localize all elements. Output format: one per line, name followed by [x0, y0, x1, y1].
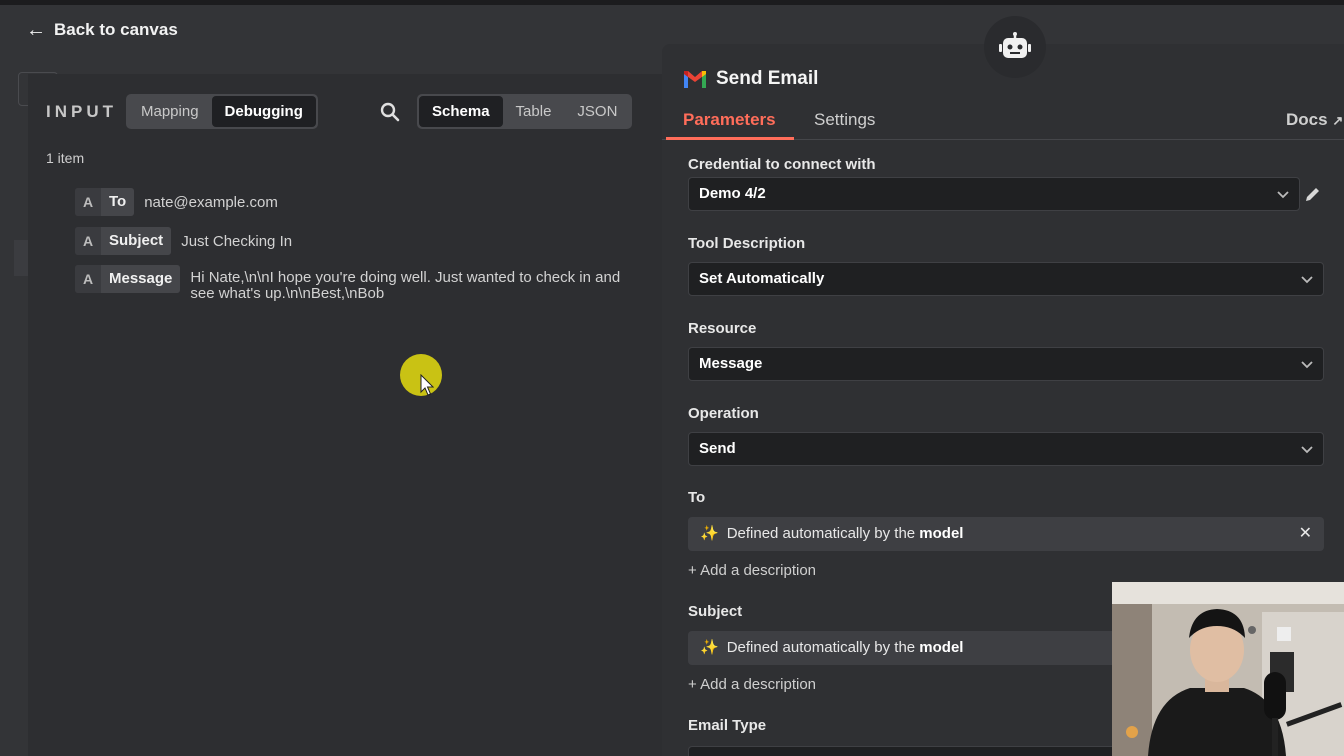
field-value: nate@example.com	[144, 194, 278, 211]
search-icon[interactable]	[379, 101, 401, 123]
gmail-icon	[684, 70, 706, 88]
resource-select[interactable]: Message	[688, 347, 1324, 381]
background-handle	[14, 240, 28, 276]
item-count: 1 item	[46, 150, 85, 166]
mouse-cursor-icon	[420, 374, 434, 396]
node-title: Send Email	[684, 68, 818, 90]
chevron-down-icon	[1301, 446, 1313, 454]
close-icon[interactable]: ✕	[1299, 517, 1312, 551]
field-pill[interactable]: A Message	[75, 265, 181, 293]
to-label: To	[688, 489, 706, 506]
credential-value: Demo 4/2	[699, 185, 766, 202]
auto-model: model	[919, 639, 964, 656]
schema-tab[interactable]: Schema	[419, 96, 503, 127]
docs-link[interactable]: Docs ↗	[1286, 110, 1343, 130]
input-title: INPUT	[46, 102, 117, 121]
operation-label: Operation	[688, 405, 759, 422]
docs-label: Docs	[1286, 110, 1328, 129]
field-pill[interactable]: A Subject	[75, 227, 172, 255]
pencil-icon[interactable]	[1304, 185, 1322, 203]
presenter-webcam	[1112, 582, 1344, 756]
tab-settings[interactable]: Settings	[814, 110, 875, 130]
string-type-icon: A	[75, 188, 101, 216]
chevron-down-icon	[1301, 361, 1313, 369]
credential-label: Credential to connect with	[688, 156, 876, 173]
sparkle-icon: ✨	[700, 525, 719, 542]
back-label: Back to canvas	[54, 20, 178, 39]
tool-description-value: Set Automatically	[699, 270, 825, 287]
add-description-link-to[interactable]: + Add a description	[688, 562, 816, 579]
tab-parameters[interactable]: Parameters	[683, 110, 776, 130]
field-key: To	[101, 188, 135, 216]
mapping-tab[interactable]: Mapping	[128, 96, 212, 127]
resource-value: Message	[699, 355, 763, 372]
operation-value: Send	[699, 440, 736, 457]
active-tab-underline	[666, 137, 794, 140]
mode-toggle: Mapping Debugging	[126, 94, 318, 129]
input-panel: INPUT Mapping Debugging Schema Table JSO…	[28, 74, 664, 756]
auto-text: Defined automatically by the	[726, 525, 916, 542]
field-value: Hi Nate,\n\nI hope you're doing well. Ju…	[190, 269, 621, 302]
email-type-label: Email Type	[688, 717, 767, 734]
arrow-left-icon: ←	[26, 19, 46, 41]
auto-text: Defined automatically by the	[726, 639, 916, 656]
credential-select[interactable]: Demo 4/2	[688, 177, 1300, 211]
tool-description-label: Tool Description	[688, 235, 806, 252]
chevron-down-icon	[1277, 191, 1289, 199]
resource-label: Resource	[688, 320, 757, 337]
json-tab[interactable]: JSON	[564, 96, 630, 127]
schema-row-to: A To nate@example.com	[75, 188, 278, 216]
field-key: Subject	[101, 227, 172, 255]
top-strip	[0, 0, 1344, 5]
string-type-icon: A	[75, 265, 101, 293]
node-tabs: Parameters Settings	[662, 106, 1344, 140]
back-to-canvas-link[interactable]: ← Back to canvas	[26, 20, 178, 40]
field-key: Message	[101, 265, 181, 293]
schema-row-subject: A Subject Just Checking In	[75, 227, 292, 255]
auto-model: model	[919, 525, 964, 542]
sparkle-icon: ✨	[700, 639, 719, 656]
field-pill[interactable]: A To	[75, 188, 135, 216]
field-value: Just Checking In	[181, 233, 293, 250]
operation-select[interactable]: Send	[688, 432, 1324, 466]
robot-icon[interactable]	[984, 16, 1046, 78]
table-tab[interactable]: Table	[503, 96, 565, 127]
chevron-down-icon	[1301, 276, 1313, 284]
to-auto-field[interactable]: ✨ Defined automatically by the model ✕	[688, 517, 1324, 551]
debugging-tab[interactable]: Debugging	[211, 96, 316, 127]
node-title-text: Send Email	[716, 68, 819, 89]
tool-description-select[interactable]: Set Automatically	[688, 262, 1324, 296]
external-link-icon: ↗	[1332, 113, 1344, 128]
subject-label: Subject	[688, 603, 743, 620]
string-type-icon: A	[75, 227, 101, 255]
schema-row-message: A Message Hi Nate,\n\nI hope you're doin…	[75, 265, 630, 302]
view-toggle: Schema Table JSON	[417, 94, 633, 129]
add-description-link-subject[interactable]: + Add a description	[688, 676, 816, 693]
